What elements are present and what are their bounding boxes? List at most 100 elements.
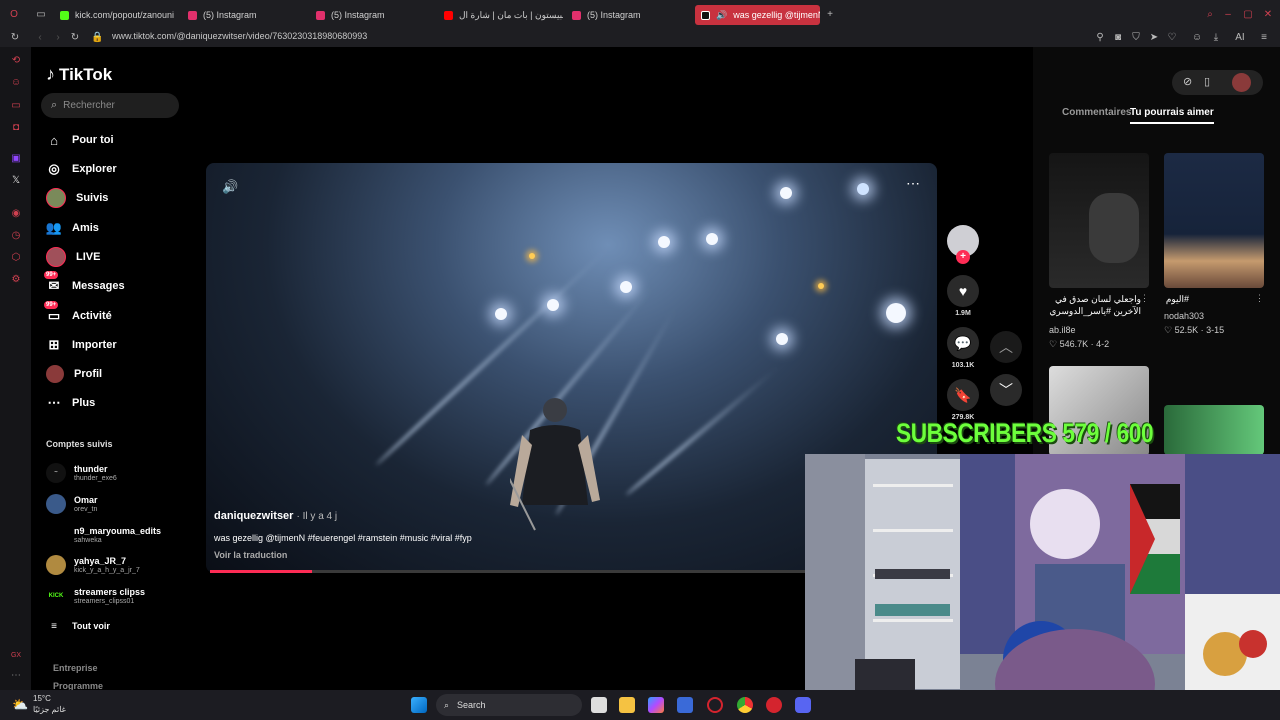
settings-icon[interactable]: ⚙ <box>10 274 22 286</box>
volume-icon[interactable]: 🔊 <box>222 179 238 195</box>
more-options-icon[interactable]: ⋮ <box>1255 293 1264 304</box>
windows-start-icon[interactable] <box>411 697 427 713</box>
tab-you-may-like[interactable]: Tu pourrais aimer <box>1130 107 1214 124</box>
profile-icon[interactable]: ☺ <box>1191 32 1203 44</box>
user-avatar[interactable] <box>1232 73 1251 92</box>
more-icon[interactable]: ⋯ <box>10 670 22 682</box>
chat-icon[interactable]: ▭ <box>10 100 22 112</box>
like-button[interactable]: ♥ 1.9M <box>947 275 979 317</box>
ai-button[interactable]: AI <box>1230 32 1250 44</box>
new-tab-icon[interactable]: + <box>824 9 836 21</box>
device-icon[interactable]: ▯ <box>1204 75 1210 88</box>
forward-icon[interactable]: › <box>52 32 64 44</box>
heart-icon[interactable]: ♡ <box>1166 32 1178 44</box>
gx-icon[interactable]: GX <box>10 650 22 662</box>
suggestion-thumbnail[interactable] <box>1164 405 1264 455</box>
nav-messages[interactable]: ✉ 99+ Messages <box>44 271 125 296</box>
search-input[interactable]: ⌕ Rechercher <box>41 93 179 118</box>
search-tabs-icon[interactable]: ⌕ <box>1204 9 1216 21</box>
follow-plus-icon[interactable]: + <box>956 250 970 264</box>
logo-text: TikTok <box>59 64 113 84</box>
see-translation-link[interactable]: Voir la traduction <box>214 550 287 560</box>
suggestion-title[interactable]: #اليوم <box>1094 293 1189 305</box>
extension-icon[interactable]: ⬡ <box>10 252 22 264</box>
file-explorer-icon[interactable] <box>619 697 635 713</box>
maximize-icon[interactable]: ▢ <box>1242 9 1254 21</box>
suggestion-thumbnail[interactable] <box>1049 153 1149 288</box>
shield-icon[interactable]: ⛉ <box>1130 32 1142 44</box>
tab-tiktok-active[interactable]: 🔊 was gezellig @tijmenN <box>695 5 820 25</box>
workspaces-icon[interactable]: ▭ <box>35 9 47 21</box>
followed-account[interactable]: yahya_JR_7 kick_y_a_h_y_a_jr_7 <box>46 552 140 578</box>
nav-plus[interactable]: ⋯ Plus <box>46 393 96 413</box>
pin-icon[interactable]: ⚲ <box>1094 32 1106 44</box>
download-icon[interactable]: ⤓ <box>1210 32 1222 44</box>
x-icon[interactable]: 𝕏 <box>10 175 22 187</box>
tab-instagram-1[interactable]: (5) Instagram <box>182 5 302 25</box>
menu-icon[interactable]: ≡ <box>1258 32 1270 44</box>
creator-avatar[interactable]: + <box>947 225 979 264</box>
send-icon[interactable]: ➤ <box>1148 32 1160 44</box>
tab-youtube[interactable]: سبيستون | بات مان | شارة ال <box>438 5 563 25</box>
tab-comments[interactable]: Commentaires <box>1062 107 1131 118</box>
video-author[interactable]: daniquezwitser · Il y a 4 j <box>214 510 337 522</box>
clock-icon[interactable]: ◷ <box>10 230 22 242</box>
opera-gx-icon[interactable] <box>707 697 723 713</box>
more-options-icon[interactable]: ⋯ <box>906 175 920 192</box>
reload-icon[interactable]: ↻ <box>69 32 81 44</box>
tab-instagram-2[interactable]: (5) Instagram <box>310 5 430 25</box>
copilot-icon[interactable] <box>648 697 664 713</box>
weather-temperature[interactable]: 15°C <box>33 694 51 703</box>
store-icon[interactable] <box>677 697 693 713</box>
back-icon[interactable]: ‹ <box>34 32 46 44</box>
weather-description[interactable]: غائم جزئيًا <box>33 705 66 714</box>
comment-button[interactable]: 💬 103.1K <box>947 327 979 369</box>
lock-icon[interactable]: 🔒 <box>91 32 103 44</box>
followed-account[interactable]: ~ thunder thunder_exe6 <box>46 460 117 486</box>
messenger-icon[interactable]: ☺ <box>10 77 22 89</box>
save-button[interactable]: 🔖 279.8K <box>947 379 979 421</box>
chrome-icon[interactable] <box>737 697 753 713</box>
history-icon[interactable]: ⟲ <box>10 55 22 67</box>
nav-pour-toi[interactable]: ⌂ Pour toi <box>46 130 114 150</box>
nav-live[interactable]: LIVE <box>46 247 100 267</box>
twitch-icon[interactable]: ▣ <box>10 153 22 165</box>
player-icon[interactable]: ◉ <box>10 208 22 220</box>
nav-profil[interactable]: Profil <box>46 364 102 384</box>
followed-account[interactable]: n9_maryouma_edits sahweka <box>46 522 161 548</box>
taskbar-search[interactable]: ⌕ Search <box>436 694 582 716</box>
next-video-button[interactable]: ﹀ <box>990 374 1022 406</box>
footer-entreprise[interactable]: Entreprise <box>53 663 98 673</box>
followed-account[interactable]: KICK streamers clipss streamers_clipss01 <box>46 583 145 609</box>
camera-icon[interactable]: ◙ <box>1112 32 1124 44</box>
discord-icon[interactable] <box>795 697 811 713</box>
minimize-icon[interactable]: – <box>1222 9 1234 21</box>
suggestion-user[interactable]: nodah303 <box>1164 311 1204 321</box>
video-caption[interactable]: was gezellig @tijmenN #feuerengel #ramst… <box>214 533 472 543</box>
see-all-link[interactable]: ≡ Tout voir <box>46 616 110 636</box>
stage-light <box>776 333 788 345</box>
account-handle: kick_y_a_h_y_a_jr_7 <box>74 566 140 574</box>
suggestion-thumbnail[interactable] <box>1164 153 1264 288</box>
nav-amis[interactable]: 👥 Amis <box>46 218 99 238</box>
tab-instagram-3[interactable]: (5) Instagram <box>566 5 686 25</box>
close-window-icon[interactable]: ✕ <box>1262 9 1274 21</box>
suggestion-user[interactable]: ab.il8e <box>1049 325 1076 335</box>
tiktok-logo[interactable]: ♪ TikTok <box>46 64 112 85</box>
nav-importer[interactable]: ⊞ Importer <box>46 335 117 355</box>
task-view-icon[interactable] <box>591 697 607 713</box>
weather-icon[interactable]: ⛅ <box>12 697 28 713</box>
previous-video-button[interactable]: ︿ <box>990 331 1022 363</box>
reload-sidebar-icon[interactable]: ↻ <box>9 32 21 44</box>
url-field[interactable]: www.tiktok.com/@daniquezwitser/video/763… <box>112 31 367 41</box>
nav-activite[interactable]: ▭ 99+ Activité <box>44 301 112 326</box>
tab-kick[interactable]: kick.com/popout/zanouni <box>54 5 174 25</box>
followed-account[interactable]: Omar orev_tn <box>46 491 98 517</box>
coin-icon[interactable]: ⊘ <box>1183 75 1192 88</box>
opera-logo-icon[interactable]: O <box>8 9 20 21</box>
app-icon[interactable] <box>766 697 782 713</box>
nav-suivis[interactable]: Suivis <box>46 188 108 208</box>
instagram-icon[interactable]: ◘ <box>10 122 22 134</box>
nav-explorer[interactable]: ◎ Explorer <box>46 159 116 179</box>
activity-badge: 99+ <box>44 301 59 309</box>
